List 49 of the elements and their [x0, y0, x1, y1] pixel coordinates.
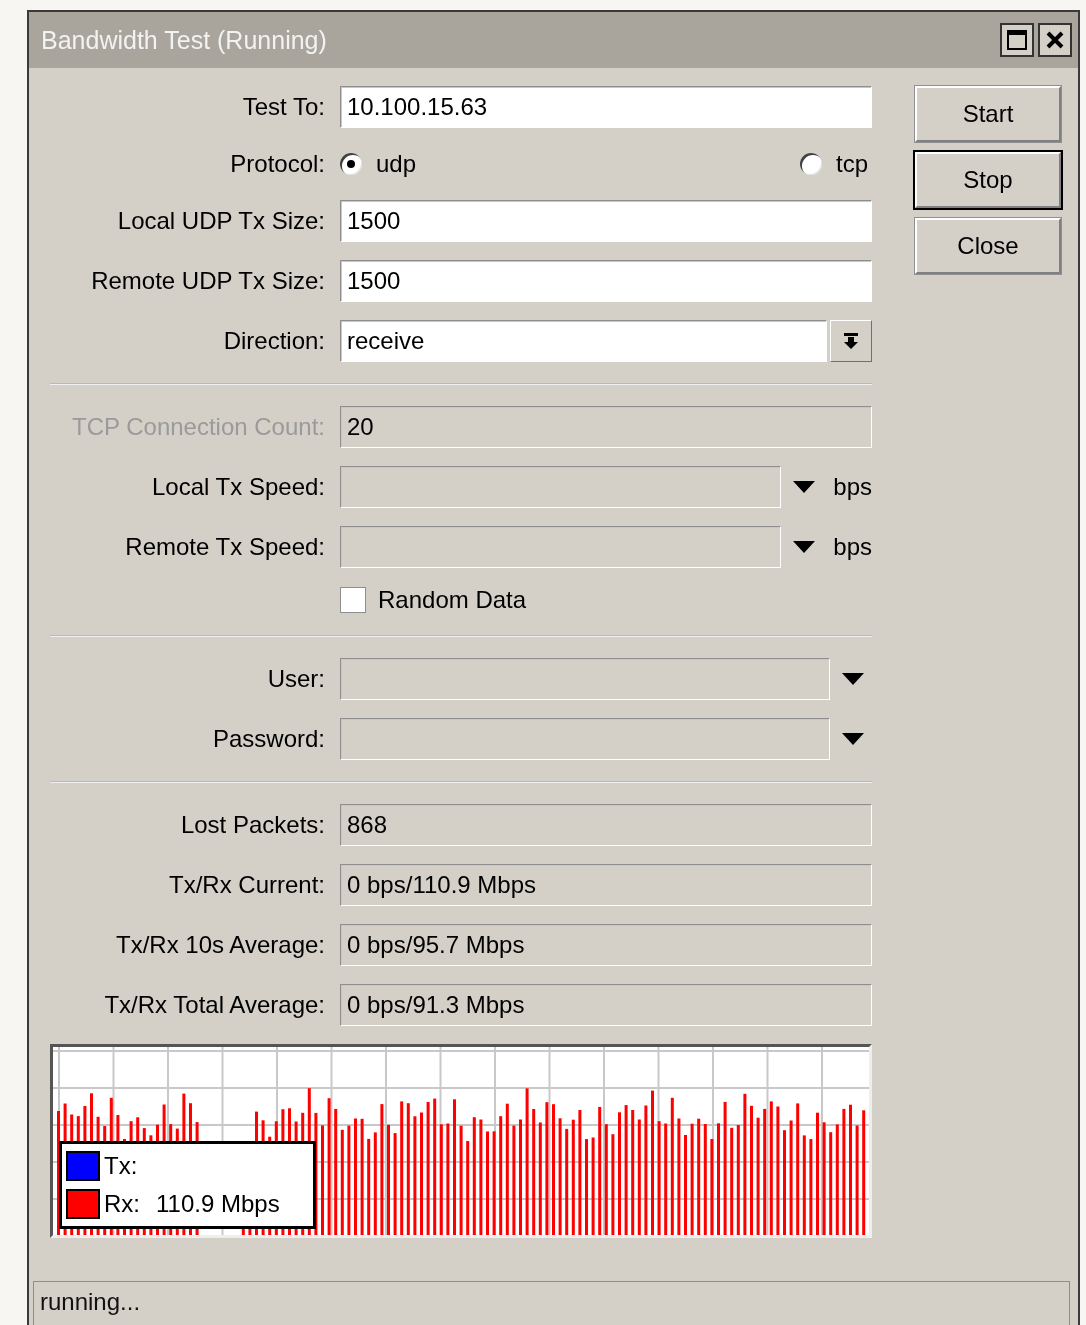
field-label: Local Tx Speed:	[151, 473, 325, 501]
field-label: Direction:	[222, 327, 325, 355]
field-label: Tx/Rx Total Average:	[103, 991, 325, 1019]
readout-field: 0 bps/91.3 Mbps	[340, 984, 872, 1026]
checkbox[interactable]	[340, 587, 366, 613]
radio-label: udp	[376, 150, 417, 178]
field-label: Tx/Rx Current:	[167, 871, 325, 899]
radio-button[interactable]	[800, 153, 822, 175]
text-field[interactable]: 10.100.15.63	[340, 86, 872, 128]
legend-value: 110.9 Mbps	[156, 1190, 280, 1218]
legend-label: Tx:	[104, 1152, 138, 1180]
field-label: TCP Connection Count:	[70, 413, 325, 441]
dropdown-arrow-icon[interactable]	[793, 541, 816, 553]
dropdown-button[interactable]	[830, 320, 872, 362]
text-field: 20	[340, 406, 872, 448]
field-label: Tx/Rx 10s Average:	[115, 931, 325, 959]
field-label: Remote UDP Tx Size:	[90, 267, 325, 295]
window-title: Bandwidth Test (Running)	[41, 25, 328, 55]
field-label: Remote Tx Speed:	[124, 533, 325, 561]
dialog-button[interactable]: Start	[915, 86, 1061, 142]
dropdown-field[interactable]: receive	[340, 320, 827, 362]
close-button[interactable]	[1038, 23, 1072, 57]
unit-label: bps	[832, 473, 872, 501]
checkbox-label: Random Data	[378, 586, 527, 614]
readout-field: 0 bps/95.7 Mbps	[340, 924, 872, 966]
legend-label: Rx:	[104, 1190, 140, 1218]
text-field[interactable]: 1500	[340, 200, 872, 242]
unit-label: bps	[832, 533, 872, 561]
maximize-icon	[1006, 29, 1028, 51]
field-label: User:	[266, 665, 325, 693]
field-label: Protocol:	[229, 150, 325, 178]
radio-label: tcp	[836, 150, 868, 178]
dialog-button[interactable]: Stop	[915, 152, 1061, 208]
dropdown-arrow-icon[interactable]	[842, 733, 864, 745]
field-label: Local UDP Tx Size:	[116, 207, 325, 235]
readout-field: 868	[340, 804, 872, 846]
field-label: Password:	[211, 725, 325, 753]
field-label: Lost Packets:	[179, 811, 325, 839]
maximize-button[interactable]	[1000, 23, 1034, 57]
close-icon	[1045, 30, 1065, 50]
field-label: Test To:	[241, 93, 325, 121]
text-field[interactable]: 1500	[340, 260, 872, 302]
dropdown-arrow-icon[interactable]	[842, 673, 864, 685]
status-bar: running...	[33, 1281, 1070, 1325]
readout-field: 0 bps/110.9 Mbps	[340, 864, 872, 906]
down-arrow-icon	[843, 332, 859, 350]
dialog-button[interactable]: Close	[915, 218, 1061, 274]
dropdown-arrow-icon[interactable]	[793, 481, 816, 493]
radio-button[interactable]	[340, 153, 362, 175]
